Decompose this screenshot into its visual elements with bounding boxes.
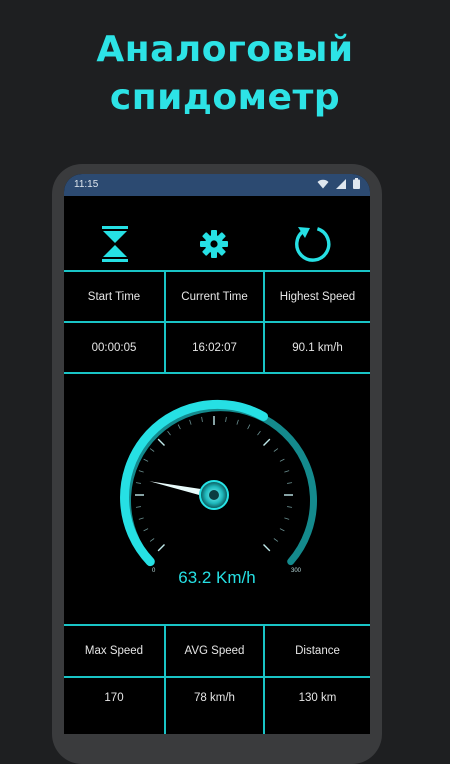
- gauge-tick: [284, 470, 290, 473]
- gauge-tick: [143, 458, 149, 462]
- start-time-value: 00:00:05: [91, 341, 137, 354]
- highest-speed-label: Highest Speed: [279, 290, 356, 303]
- gauge-tick: [143, 528, 149, 532]
- promo-line-1: Аналоговый: [96, 29, 354, 70]
- gauge-tick: [273, 538, 279, 542]
- distance-label: Distance: [295, 645, 340, 657]
- speedometer-gauge: 0 300: [120, 399, 317, 574]
- max-speed-label: Max Speed: [84, 645, 144, 657]
- gauge-tick: [287, 482, 293, 484]
- gauge-tick: [157, 438, 165, 446]
- hourglass-icon: [102, 226, 128, 262]
- gauge-tick: [138, 470, 144, 473]
- gauge-tick: [157, 544, 165, 552]
- grid-line: [64, 372, 370, 374]
- wifi-icon: [317, 179, 329, 188]
- avg-speed-label: AVG Speed: [184, 645, 245, 657]
- settings-button[interactable]: [192, 222, 236, 266]
- gauge-tick: [135, 506, 141, 508]
- gear-icon: [200, 230, 228, 258]
- max-speed-value: 170: [104, 692, 124, 704]
- gauge-tick: [273, 448, 279, 452]
- promo-line-2: спидометр: [109, 77, 341, 118]
- gauge-tick: [201, 416, 203, 422]
- distance-value: 130 km: [298, 692, 337, 704]
- gauge-tick: [287, 506, 293, 508]
- timer-button[interactable]: [93, 222, 137, 266]
- toolbar: [64, 196, 370, 272]
- status-bar: 11:15: [64, 174, 370, 196]
- promo-headline: Аналоговый спидометр: [0, 26, 450, 122]
- gauge-tick: [177, 424, 181, 430]
- gauge-tick: [236, 419, 239, 425]
- gauge-tick: [257, 430, 261, 436]
- gauge-tick: [247, 424, 251, 430]
- gauge-arc-highlight: [120, 399, 268, 567]
- gauge-tick: [279, 528, 285, 532]
- refresh-icon: [295, 227, 331, 262]
- battery-icon: [353, 178, 360, 189]
- start-time-label: Start Time: [87, 290, 141, 303]
- gauge-tick: [149, 538, 155, 542]
- current-time-value: 16:02:07: [192, 341, 237, 354]
- signal-icon: [336, 178, 346, 189]
- reset-button[interactable]: [291, 222, 335, 266]
- gauge-tick: [279, 458, 285, 462]
- status-time: 11:15: [74, 179, 99, 190]
- avg-speed-value: 78 km/h: [194, 692, 235, 704]
- gauge-tick: [189, 419, 192, 425]
- gauge-tick: [263, 438, 271, 446]
- gauge-tick: [263, 544, 271, 552]
- gauge-tick: [167, 430, 171, 436]
- gauge-tick: [138, 517, 144, 520]
- current-time-label: Current Time: [181, 290, 248, 303]
- highest-speed-value: 90.1 km/h: [292, 341, 343, 354]
- gauge-tick: [135, 482, 141, 484]
- phone-screen: 11:15 Start Time Current Time Highest Sp…: [64, 174, 370, 734]
- gauge-tick: [149, 448, 155, 452]
- gauge-tick: [225, 416, 227, 422]
- current-speed-readout: 63.2 Km/h: [178, 568, 256, 587]
- gauge-tick: [284, 517, 290, 520]
